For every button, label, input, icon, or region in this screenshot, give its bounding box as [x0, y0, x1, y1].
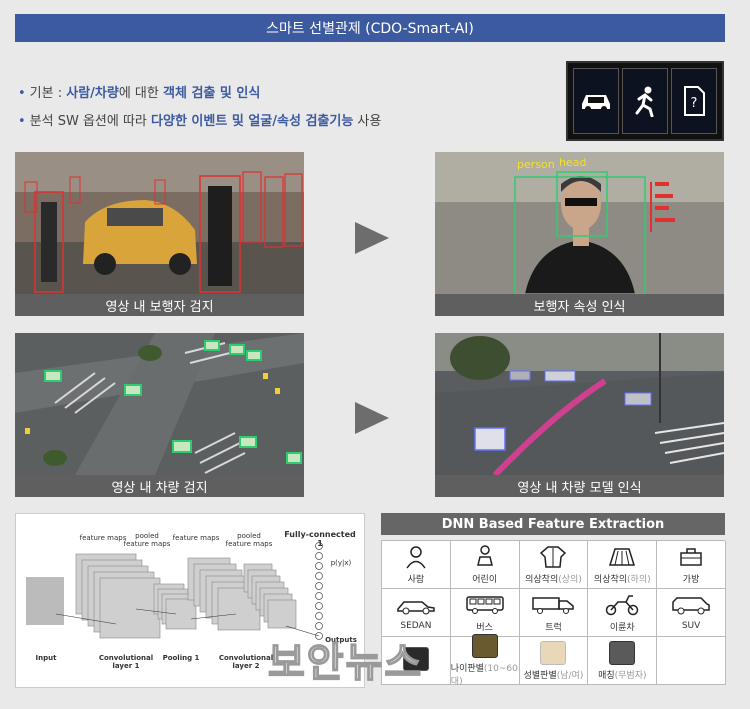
feature-cell: 성별판별(남/여) [519, 637, 589, 685]
vehicle-model-caption: 영상 내 차량 모델 인식 [435, 475, 724, 497]
bus-icon [465, 593, 505, 617]
pedestrian-face-image: person head [435, 152, 724, 294]
bullet-1: • 기본 : 사람/차량에 대한 객체 검출 및 인식 [18, 86, 261, 101]
child-icon [476, 544, 494, 569]
feature-bullets: • 기본 : 사람/차량에 대한 객체 검출 및 인식 • 분석 SW 옵션에 따라… [18, 80, 381, 136]
feature-cell: 매칭(무범자) [588, 637, 658, 685]
street-pedestrian-image [15, 152, 304, 294]
page-title: 스마트 선별관제 (CDO-Smart-AI) [15, 14, 725, 42]
vehicle-detection-caption: 영상 내 차량 검지 [15, 475, 304, 497]
cnn-label-pyx: p(y|x) [330, 559, 352, 567]
feature-cell: 버스 [450, 589, 520, 637]
pedestrian-attribute-caption: 보행자 속성 인식 [435, 294, 724, 316]
event-icon-panel: ? [566, 61, 724, 141]
bag-icon [679, 545, 703, 569]
watermark-logo: 보안뉴스 [267, 639, 424, 687]
feature-cell: 사람 [382, 541, 451, 589]
vehicle-model-panel: 영상 내 차량 모델 인식 [435, 333, 724, 497]
head-box-label: head [559, 156, 586, 169]
running-person-icon [621, 68, 668, 134]
face-photo-icon [540, 640, 567, 665]
jacket-icon [540, 545, 567, 569]
person-box-label: person [517, 158, 555, 171]
intersection-aerial-image [15, 333, 304, 475]
car-icon [573, 68, 620, 134]
cnn-label-conv1: Convolutional layer 1 [98, 654, 154, 670]
cnn-label-pool1: Pooling 1 [162, 654, 200, 662]
vehicle-detection-panel: 영상 내 차량 검지 [15, 333, 304, 497]
person-icon [405, 545, 427, 569]
dnn-feature-grid: 사람 어린이 의상착의(상의) 의상착의(하의) 가방 SEDAN 버스 트럭 … [381, 540, 726, 687]
arrow-right-icon [355, 402, 389, 434]
cnn-label-fc: Fully-connected 1 [284, 530, 356, 548]
cnn-label-feature-maps-2: feature maps [172, 534, 220, 542]
sedan-icon [396, 594, 436, 618]
pedestrian-attribute-panel: person head 보행자 속성 인식 [435, 152, 724, 316]
feature-cell-empty [657, 637, 726, 685]
skirt-icon [609, 545, 636, 569]
cnn-label-input: Input [35, 654, 57, 662]
cnn-label-conv2: Convolutional layer 2 [218, 654, 274, 670]
dnn-header: DNN Based Feature Extraction [381, 513, 725, 535]
cnn-label-pooled-2: pooled feature maps [225, 532, 273, 548]
scooter-icon [604, 593, 640, 617]
cnn-label-feature-maps-1: feature maps [79, 534, 127, 542]
feature-cell: 어린이 [450, 541, 520, 589]
feature-cell: 의상착의(하의) [588, 541, 658, 589]
pedestrian-detection-caption: 영상 내 보행자 검지 [15, 294, 304, 316]
feature-cell: 가방 [657, 541, 726, 589]
truck-icon [531, 593, 575, 617]
arrow-right-icon [355, 222, 389, 254]
road-vehicle-image [435, 333, 724, 475]
feature-cell: 트럭 [519, 589, 589, 637]
bullet-2: • 분석 SW 옵션에 따라 다양한 이벤트 및 얼굴/속성 검출기능 사용 [18, 114, 382, 129]
feature-cell: 의상착의(상의) [519, 541, 589, 589]
face-photo-icon [609, 640, 636, 665]
feature-cell: SUV [657, 589, 726, 637]
cnn-label-pooled-1: pooled feature maps [123, 532, 171, 548]
svg-text:?: ? [690, 96, 697, 111]
unknown-sd-card-icon: ? [670, 68, 717, 134]
pedestrian-detection-panel: 영상 내 보행자 검지 [15, 152, 304, 316]
face-photo-icon [471, 634, 498, 658]
feature-cell: 나이판별(10~60대) [450, 634, 520, 687]
dnn-feature-panel: DNN Based Feature Extraction 사람 어린이 의상착의… [381, 513, 726, 688]
suv-icon [671, 594, 711, 618]
feature-cell: 이륜차 [588, 589, 658, 637]
